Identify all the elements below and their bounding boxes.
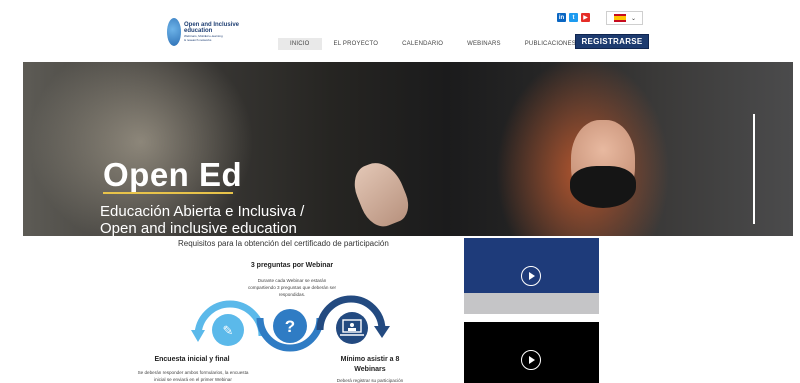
- hero-title: Open Ed: [103, 156, 243, 193]
- question-icon: ?: [285, 317, 295, 336]
- pencil-icon: ✎: [223, 324, 234, 339]
- nav-inicio[interactable]: INICIO: [278, 38, 322, 50]
- spain-flag-icon: [614, 14, 626, 22]
- main-nav: INICIO EL PROYECTO CALENDARIO WEBINARS P…: [278, 38, 588, 50]
- play-icon[interactable]: [521, 350, 541, 370]
- step-survey-desc: Se deberán responder ambos formularios, …: [137, 370, 249, 382]
- hero-photo-hand: [347, 155, 415, 233]
- video-player-2[interactable]: [464, 322, 599, 383]
- nav-el-proyecto[interactable]: EL PROYECTO: [322, 38, 391, 50]
- chevron-down-icon: ⌄: [631, 15, 637, 22]
- logo-sub-line2: & research networks: [184, 38, 212, 42]
- hero-title-underline: [103, 192, 233, 194]
- linkedin-icon[interactable]: in: [557, 13, 566, 22]
- step-survey-title: Encuesta inicial y final: [154, 356, 230, 363]
- video-player-1[interactable]: [464, 238, 599, 314]
- nav-calendario[interactable]: CALENDARIO: [390, 38, 455, 50]
- hero-subtitle-line1: Educación Abierta e Inclusiva /: [100, 203, 305, 220]
- play-icon[interactable]: [521, 266, 541, 286]
- step-attendance-desc: Deberá registrar su participación: [336, 378, 404, 383]
- step-attendance-title: Mínimo asistir a 8 Webinars: [340, 356, 400, 373]
- twitter-icon[interactable]: t: [569, 13, 578, 22]
- step-questions-title: 3 preguntas por Webinar: [250, 262, 334, 269]
- hero-subtitle-line2: Open and inclusive education: [100, 220, 297, 236]
- requirements-title: Requisitos para la obtención del certifi…: [178, 239, 389, 248]
- globe-icon: [167, 18, 181, 46]
- arrow-left: [191, 330, 205, 342]
- slider-indicator[interactable]: [753, 114, 755, 224]
- hero-photo-mask: [570, 166, 636, 208]
- language-selector[interactable]: ⌄: [606, 11, 643, 25]
- youtube-icon[interactable]: ▶: [581, 13, 590, 22]
- site-logo[interactable]: Open and Inclusive education Webinars, M…: [167, 16, 239, 48]
- requirements-diagram: ✎ ?: [191, 295, 390, 352]
- register-button[interactable]: REGISTRARSE: [575, 34, 649, 49]
- video-1-band: [464, 293, 599, 314]
- hero-banner: Open Ed Educación Abierta e Inclusiva / …: [23, 62, 793, 236]
- nav-webinars[interactable]: WEBINARS: [455, 38, 513, 50]
- arrow-right: [374, 326, 390, 338]
- social-links: in t ▶: [557, 13, 590, 22]
